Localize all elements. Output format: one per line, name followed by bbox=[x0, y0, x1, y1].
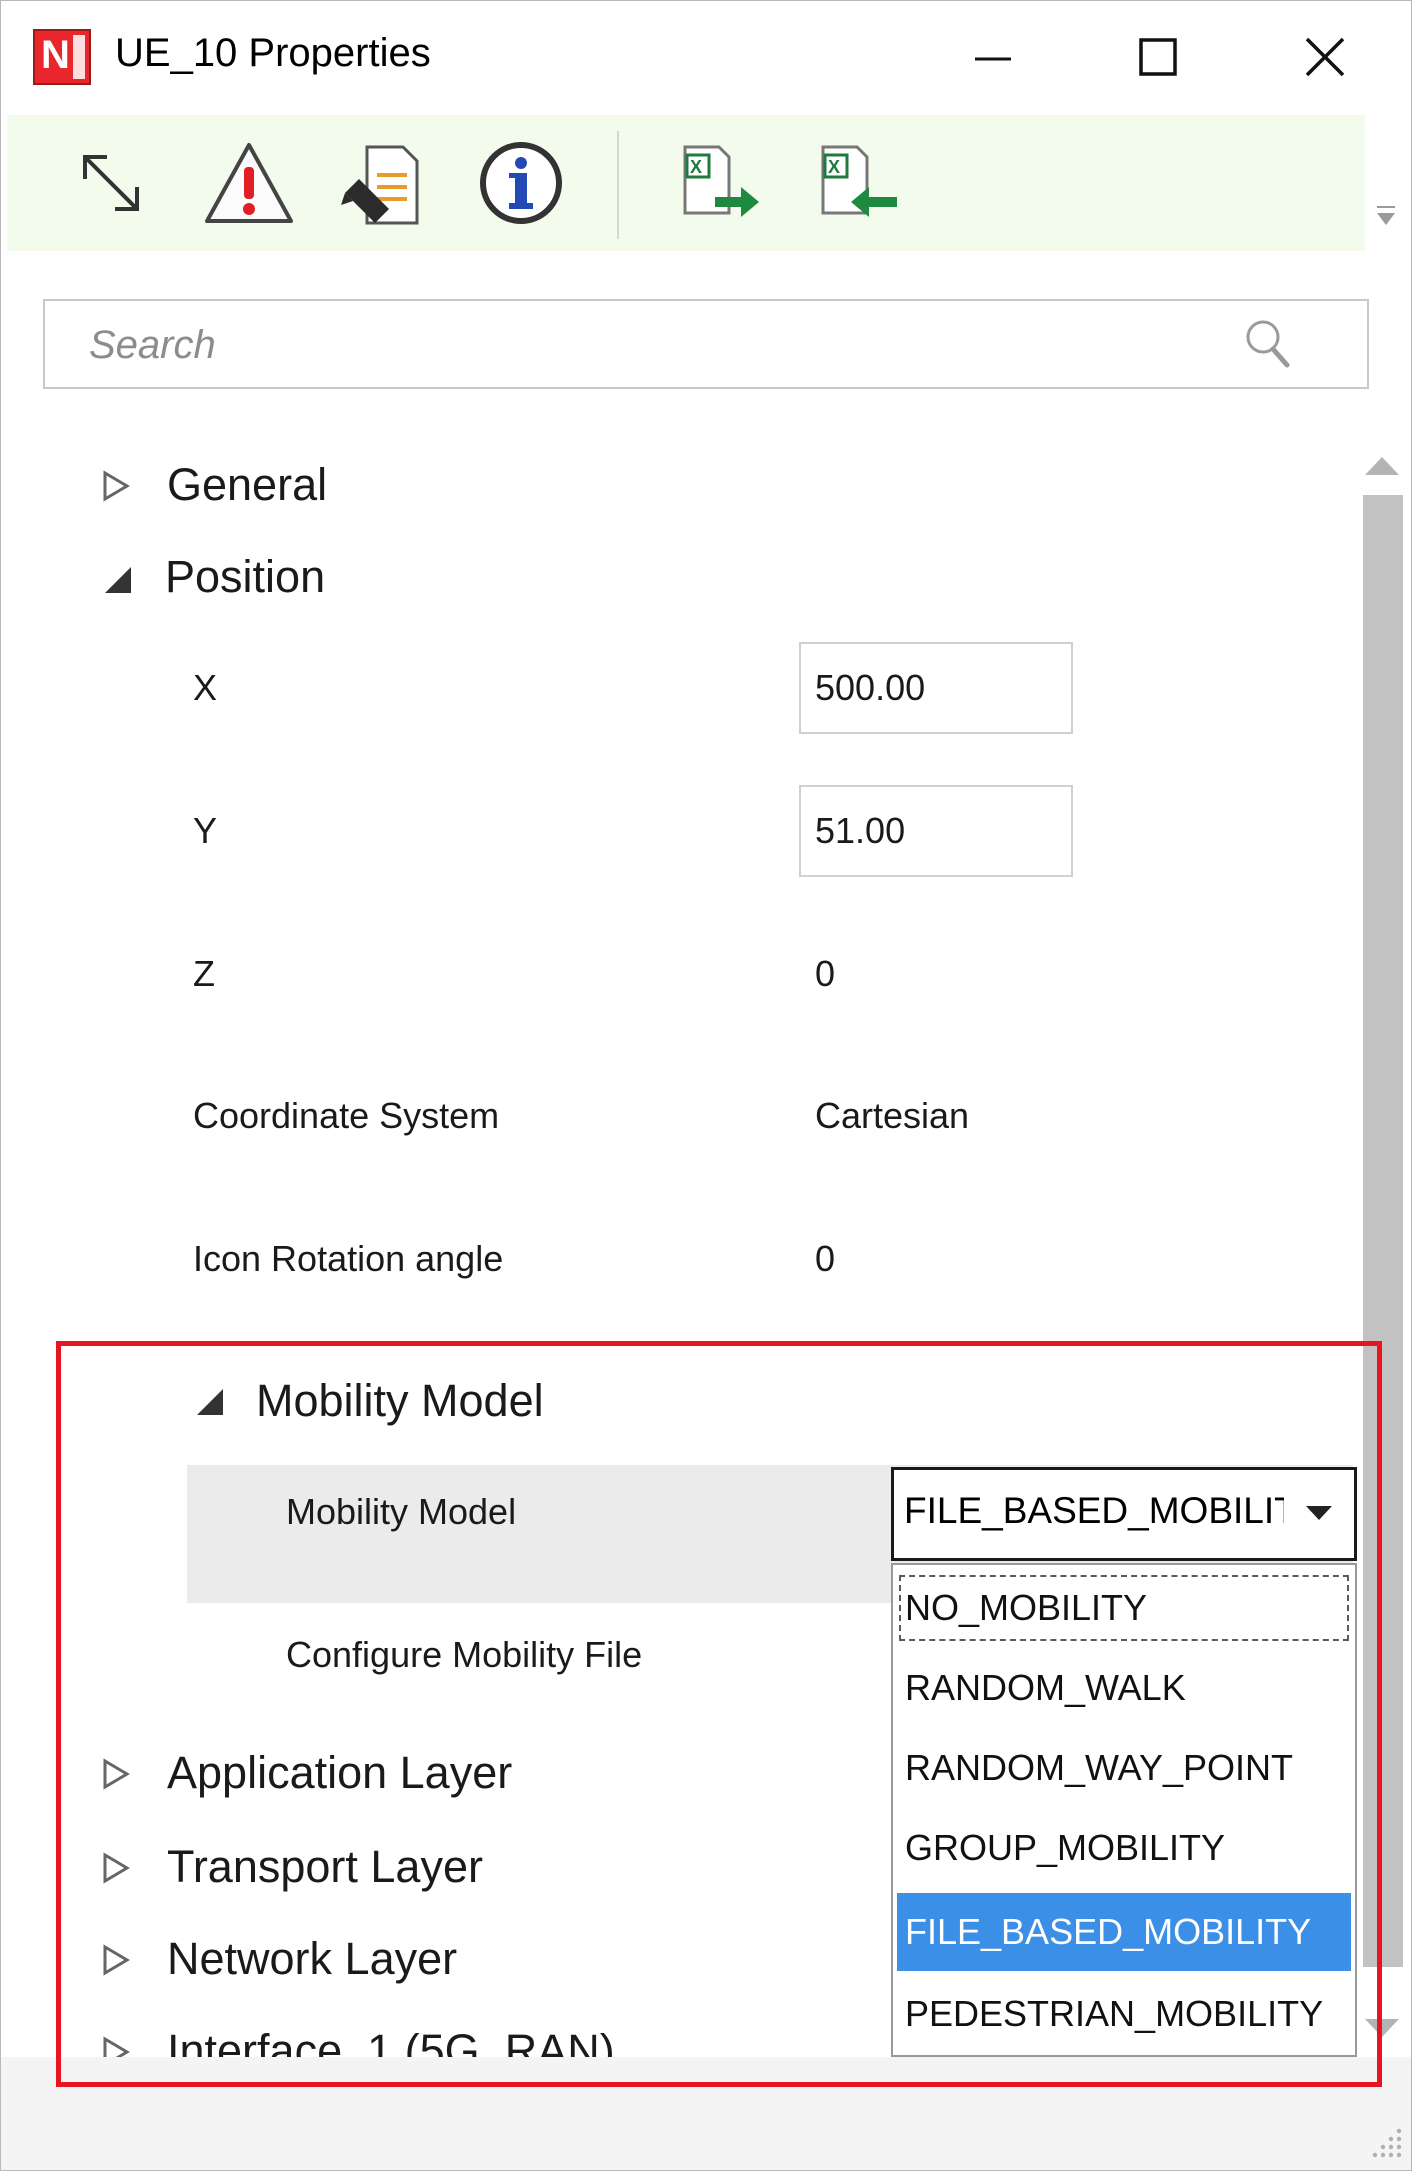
close-button[interactable] bbox=[1285, 23, 1365, 93]
toolbar-separator bbox=[617, 131, 619, 239]
minimize-button[interactable] bbox=[953, 23, 1033, 93]
svg-text:X: X bbox=[828, 157, 840, 177]
chevron-down-icon bbox=[1306, 1506, 1332, 1520]
status-strip bbox=[1, 2057, 1411, 2170]
tree-item-position[interactable]: Position bbox=[165, 551, 325, 603]
tree-item-general[interactable]: General bbox=[167, 459, 327, 511]
search-box bbox=[43, 299, 1369, 389]
network-layer-expand-icon[interactable] bbox=[97, 1941, 135, 1979]
mobility-model-dropdown: NO_MOBILITY RANDOM_WALK RANDOM_WAY_POINT… bbox=[891, 1563, 1357, 2057]
excel-export-icon: X bbox=[683, 145, 759, 217]
dropdown-option-random-walk[interactable]: RANDOM_WALK bbox=[897, 1653, 1351, 1723]
warning-button[interactable] bbox=[201, 135, 297, 231]
mobility-model-select-value: FILE_BASED_MOBILIT bbox=[904, 1490, 1284, 1531]
toolbar-overflow-icon[interactable] bbox=[1371, 201, 1401, 231]
search-input[interactable] bbox=[87, 311, 1231, 379]
edit-document-icon bbox=[341, 145, 419, 225]
scroll-up-icon[interactable] bbox=[1361, 451, 1403, 481]
icon-rotation-value: 0 bbox=[815, 1238, 836, 1279]
app-logo-icon: N bbox=[33, 29, 91, 85]
dropdown-option-no-mobility[interactable]: NO_MOBILITY bbox=[897, 1573, 1351, 1643]
expand-arrows-icon bbox=[83, 155, 139, 211]
y-label: Y bbox=[193, 810, 218, 851]
dropdown-option-random-way-point[interactable]: RANDOM_WAY_POINT bbox=[897, 1733, 1351, 1803]
warning-icon bbox=[205, 143, 293, 223]
transport-layer-expand-icon[interactable] bbox=[97, 1849, 135, 1887]
info-icon bbox=[480, 142, 562, 224]
dropdown-option-pedestrian-mobility[interactable]: PEDESTRIAN_MOBILITY bbox=[897, 1979, 1351, 2049]
z-label: Z bbox=[193, 953, 215, 994]
maximize-icon bbox=[1139, 38, 1177, 76]
z-value: 0 bbox=[815, 953, 836, 994]
coordinate-system-label: Coordinate System bbox=[193, 1095, 500, 1136]
dropdown-option-file-based-mobility[interactable]: FILE_BASED_MOBILITY bbox=[897, 1893, 1351, 1971]
application-layer-expand-icon[interactable] bbox=[97, 1755, 135, 1793]
coordinate-system-value: Cartesian bbox=[815, 1095, 970, 1136]
general-expand-icon[interactable] bbox=[97, 467, 135, 505]
import-excel-button[interactable]: X bbox=[809, 135, 905, 231]
tree-item-transport-layer[interactable]: Transport Layer bbox=[167, 1841, 483, 1893]
minimize-icon bbox=[975, 57, 1011, 61]
y-input[interactable] bbox=[799, 785, 1073, 877]
tree-item-network-layer[interactable]: Network Layer bbox=[167, 1933, 457, 1985]
expand-button[interactable] bbox=[63, 135, 159, 231]
title-bar: N UE_10 Properties bbox=[1, 1, 1411, 113]
export-excel-button[interactable]: X bbox=[671, 135, 767, 231]
svg-text:X: X bbox=[690, 157, 702, 177]
search-icon[interactable] bbox=[1239, 315, 1299, 375]
scroll-down-icon[interactable] bbox=[1361, 2013, 1403, 2043]
x-input[interactable] bbox=[799, 642, 1073, 734]
excel-import-icon: X bbox=[821, 145, 897, 217]
close-icon bbox=[1305, 37, 1345, 77]
tree-item-application-layer[interactable]: Application Layer bbox=[167, 1747, 512, 1799]
tree-item-mobility-model[interactable]: Mobility Model bbox=[256, 1375, 544, 1427]
toolbar: X X bbox=[7, 115, 1365, 251]
maximize-button[interactable] bbox=[1117, 23, 1197, 93]
edit-document-button[interactable] bbox=[337, 135, 433, 231]
icon-rotation-label: Icon Rotation angle bbox=[193, 1238, 504, 1279]
scrollbar-thumb[interactable] bbox=[1363, 495, 1403, 1967]
window-title: UE_10 Properties bbox=[115, 31, 431, 75]
mobility-collapse-icon[interactable] bbox=[191, 1383, 229, 1421]
dropdown-option-group-mobility[interactable]: GROUP_MOBILITY bbox=[897, 1813, 1351, 1883]
x-label: X bbox=[193, 667, 218, 708]
info-button[interactable] bbox=[473, 135, 569, 231]
position-collapse-icon[interactable] bbox=[99, 561, 137, 599]
resize-grip-icon[interactable] bbox=[1365, 2121, 1405, 2161]
mobility-model-select[interactable]: FILE_BASED_MOBILIT bbox=[891, 1467, 1357, 1561]
mobility-model-label: Mobility Model bbox=[286, 1491, 517, 1532]
configure-mobility-file-label: Configure Mobility File bbox=[286, 1634, 643, 1675]
properties-window: N UE_10 Properties X X Search General Po… bbox=[0, 0, 1412, 2171]
